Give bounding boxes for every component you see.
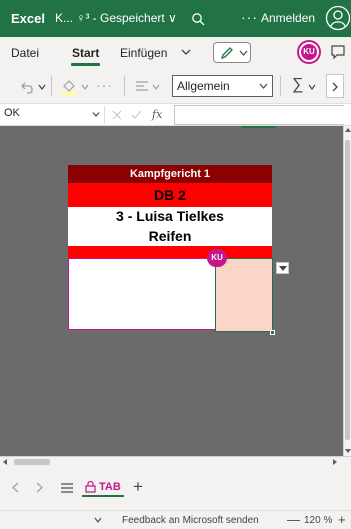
chevron-down-icon[interactable] <box>94 517 102 523</box>
vertical-scrollbar[interactable] <box>343 126 351 456</box>
tab-datei[interactable]: Datei <box>11 46 39 60</box>
horizontal-scrollbar[interactable] <box>0 456 351 466</box>
more-tools-button[interactable]: ··· <box>96 77 113 93</box>
title-bar: Excel K... ♀³ - Gespeichert ∨ ··· Anmeld… <box>0 0 351 37</box>
toolbar-divider <box>280 76 281 96</box>
check-icon[interactable] <box>131 110 142 120</box>
chevron-right-icon <box>332 82 338 92</box>
chevron-down-icon[interactable] <box>180 46 192 58</box>
formula-divider <box>104 106 105 124</box>
autosum-icon[interactable]: ∑ <box>292 76 303 94</box>
toolbar-divider <box>124 76 125 96</box>
name-box-value: OK <box>4 107 20 119</box>
formula-input[interactable] <box>174 105 344 125</box>
chevron-down-icon[interactable] <box>308 83 316 91</box>
chevron-left-icon[interactable] <box>12 482 19 493</box>
lock-icon <box>85 480 96 493</box>
name-box[interactable]: OK <box>4 107 100 123</box>
status-bar: Feedback an Microsoft senden — 120 % + <box>0 510 351 529</box>
collaborator-avatar[interactable]: KU <box>299 42 319 62</box>
sign-in-button[interactable]: Anmelden <box>261 11 315 25</box>
selected-cell[interactable] <box>215 258 273 332</box>
more-options-button[interactable]: ··· <box>241 9 258 25</box>
tab-einfuegen[interactable]: Einfügen <box>120 46 167 60</box>
cell-title[interactable]: Kampfgericht 1 <box>68 165 272 183</box>
fill-handle[interactable] <box>270 330 275 335</box>
scroll-left-arrow[interactable] <box>3 459 7 465</box>
align-left-icon[interactable] <box>135 79 149 93</box>
search-icon[interactable] <box>191 12 205 26</box>
all-sheets-menu-icon[interactable] <box>61 483 73 493</box>
pen-icon <box>220 47 233 60</box>
cell-db[interactable]: DB 2 <box>68 183 272 207</box>
chevron-down-icon <box>239 50 248 56</box>
cell-apparatus[interactable]: Reifen <box>68 226 272 246</box>
ribbon-tabs: Datei Start Einfügen KU <box>0 37 351 68</box>
number-format-value: Allgemein <box>177 79 230 93</box>
fill-color-icon[interactable] <box>60 78 78 96</box>
undo-icon[interactable] <box>20 80 36 94</box>
chevron-down-icon <box>259 83 268 89</box>
person-icon[interactable] <box>325 5 351 31</box>
scrollbar-thumb[interactable] <box>14 459 50 465</box>
zoom-in-button[interactable]: + <box>338 512 346 527</box>
sheet-tab-label: TAB <box>99 481 121 493</box>
feedback-link[interactable]: Feedback an Microsoft senden <box>122 515 259 526</box>
app-name[interactable]: Excel <box>11 11 45 26</box>
document-title[interactable]: K... ♀³ - Gespeichert ∨ <box>55 11 177 25</box>
fx-label[interactable]: fx <box>152 108 162 121</box>
formula-bar: OK fx <box>0 104 351 126</box>
dropdown-arrow-icon <box>279 266 287 271</box>
scroll-up-arrow[interactable] <box>345 128 351 132</box>
scroll-down-arrow[interactable] <box>345 449 351 453</box>
selected-column-indicator <box>241 126 276 128</box>
cell-athlete[interactable]: 3 - Luisa Tielkes <box>68 207 272 226</box>
chevron-down-icon <box>92 112 100 117</box>
ribbon-toolbar: ··· Allgemein ∑ <box>0 68 351 104</box>
draw-pen-button[interactable] <box>213 42 251 63</box>
number-format-select[interactable]: Allgemein <box>172 75 273 97</box>
comment-icon[interactable] <box>330 44 346 60</box>
chevron-right-icon[interactable] <box>36 482 43 493</box>
chevron-down-icon[interactable] <box>38 83 46 91</box>
scroll-right-arrow[interactable] <box>333 459 337 465</box>
toolbar-divider <box>51 76 52 96</box>
cell-red-band[interactable] <box>68 246 272 258</box>
cancel-icon[interactable] <box>112 110 122 120</box>
excel-app: Excel K... ♀³ - Gespeichert ∨ ··· Anmeld… <box>0 0 351 529</box>
scrollbar-thumb[interactable] <box>345 140 350 440</box>
tab-start[interactable]: Start <box>72 46 99 60</box>
active-tab-indicator <box>71 63 100 66</box>
cell-input-area[interactable] <box>68 258 275 335</box>
add-sheet-button[interactable]: + <box>133 477 143 497</box>
ribbon-scroll-right-button[interactable] <box>326 74 344 98</box>
zoom-out-button[interactable]: — <box>287 512 300 527</box>
scoreboard: Kampfgericht 1 DB 2 3 - Luisa Tielkes Re… <box>68 165 275 335</box>
chevron-down-icon[interactable] <box>152 83 160 91</box>
dropdown-button[interactable] <box>276 262 289 274</box>
sheet-tab-tab[interactable]: TAB <box>82 477 124 497</box>
chevron-down-icon[interactable] <box>81 83 89 91</box>
zoom-level[interactable]: 120 % <box>304 515 332 526</box>
collaborator-cursor-badge: KU <box>207 249 227 267</box>
sheet-tab-bar: TAB + <box>0 466 351 510</box>
